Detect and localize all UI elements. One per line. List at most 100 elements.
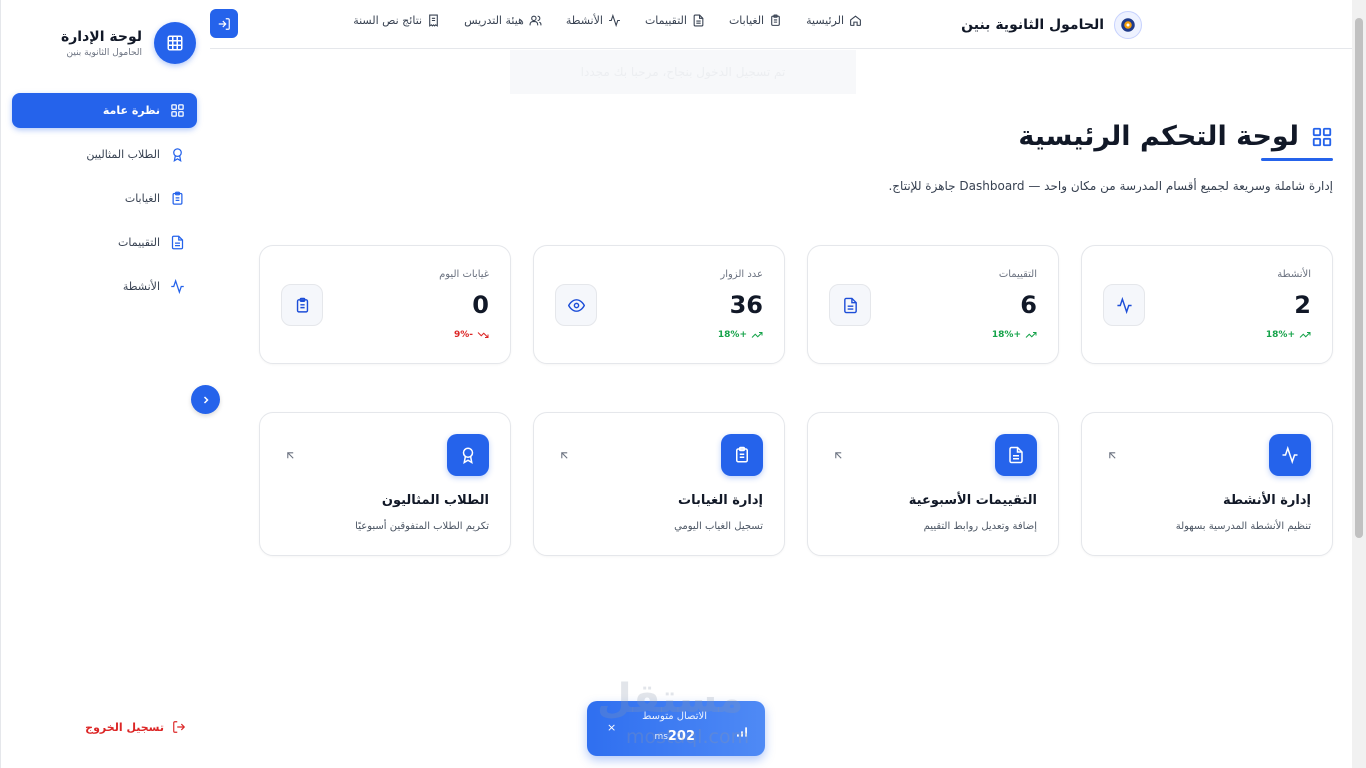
sidebar-menu: نظرة عامة الطلاب المثاليين الغيابات التق… bbox=[12, 93, 197, 313]
clipboard-icon bbox=[281, 284, 323, 326]
nav-activities[interactable]: الأنشطة bbox=[566, 14, 621, 27]
nav-label: الرئيسية bbox=[806, 14, 844, 27]
latency-close-button[interactable]: × bbox=[607, 721, 616, 734]
page-title: لوحة التحكم الرئيسية bbox=[1018, 121, 1333, 152]
stat-trend-value: +18% bbox=[717, 330, 747, 340]
module-title: التقييمات الأسبوعية bbox=[908, 493, 1037, 508]
sidebar-collapse-button[interactable] bbox=[191, 385, 220, 414]
title-underline bbox=[1261, 158, 1333, 161]
nav-staff[interactable]: هيئة التدريس bbox=[464, 14, 542, 27]
sidebar-item-label: التقييمات bbox=[118, 236, 160, 249]
receipt-icon bbox=[429, 14, 438, 27]
module-desc: تسجيل الغياب اليومي bbox=[674, 521, 763, 532]
arrow-up-left-icon bbox=[284, 449, 297, 462]
stat-label: غيابات اليوم bbox=[439, 269, 489, 280]
brand[interactable]: الحامول الثانوية بنين bbox=[961, 10, 1142, 40]
stat-label: الأنشطة bbox=[1277, 269, 1311, 280]
school-logo-icon bbox=[1114, 11, 1142, 39]
module-desc: تنظيم الأنشطة المدرسية بسهولة bbox=[1175, 521, 1311, 532]
clipboard-icon bbox=[721, 434, 763, 476]
sidebar-item-activities[interactable]: الأنشطة bbox=[12, 269, 197, 304]
top-navbar: الحامول الثانوية بنين الرئيسية الغيابات … bbox=[210, 0, 1352, 49]
log-in-icon bbox=[218, 17, 230, 30]
sidebar: لوحة الإدارة الحامول الثانوية بنين نظرة … bbox=[0, 0, 210, 768]
stat-card-activities: الأنشطة 2 +18% bbox=[1081, 245, 1333, 364]
nav-label: نتائج نص السنة bbox=[353, 14, 423, 27]
home-icon bbox=[850, 15, 861, 26]
arrow-up-left-icon bbox=[1106, 449, 1119, 462]
login-button[interactable] bbox=[210, 9, 238, 38]
sidebar-item-evaluations[interactable]: التقييمات bbox=[12, 225, 197, 260]
activity-icon bbox=[1269, 434, 1311, 476]
sidebar-item-absences[interactable]: الغيابات bbox=[12, 181, 197, 216]
trending-up-icon bbox=[751, 332, 763, 338]
stat-value: 36 bbox=[729, 291, 763, 319]
module-card-activities[interactable]: إدارة الأنشطة تنظيم الأنشطة المدرسية بسه… bbox=[1081, 412, 1333, 556]
stat-trend-value: -9% bbox=[453, 330, 473, 340]
nav-evaluations[interactable]: التقييمات bbox=[645, 14, 705, 27]
sidebar-item-label: نظرة عامة bbox=[102, 104, 160, 117]
log-out-icon bbox=[173, 721, 186, 733]
module-card-evaluations[interactable]: التقييمات الأسبوعية إضافة وتعديل روابط ا… bbox=[807, 412, 1059, 556]
sidebar-item-label: الغيابات bbox=[124, 192, 160, 205]
nav-home[interactable]: الرئيسية bbox=[806, 14, 862, 27]
brand-title: الحامول الثانوية بنين bbox=[961, 17, 1104, 33]
layout-grid-icon bbox=[171, 104, 184, 117]
module-card-absences[interactable]: إدارة الغيابات تسجيل الغياب اليومي bbox=[533, 412, 785, 556]
sidebar-subtitle: الحامول الثانوية بنين bbox=[66, 48, 143, 58]
file-text-icon bbox=[829, 284, 871, 326]
stat-card-visitors: عدد الزوار 36 +18% bbox=[533, 245, 785, 364]
nav-label: الغيابات bbox=[728, 14, 765, 27]
stat-card-evaluations: التقييمات 6 +18% bbox=[807, 245, 1059, 364]
activity-icon bbox=[609, 14, 620, 27]
sidebar-header: لوحة الإدارة الحامول الثانوية بنين bbox=[61, 22, 196, 64]
page-title-text: لوحة التحكم الرئيسية bbox=[1018, 121, 1299, 152]
stat-label: عدد الزوار bbox=[720, 269, 763, 280]
stat-trend-value: +18% bbox=[1265, 330, 1295, 340]
module-title: الطلاب المثاليون bbox=[381, 493, 489, 508]
module-desc: إضافة وتعديل روابط التقييم bbox=[923, 521, 1037, 532]
layout-grid-icon bbox=[1312, 127, 1332, 146]
activity-icon bbox=[1103, 284, 1145, 326]
stats-row: الأنشطة 2 +18% التقييمات 6 +18% عدد الزو… bbox=[259, 245, 1333, 364]
module-desc: تكريم الطلاب المتفوقين أسبوعيًا bbox=[355, 521, 489, 532]
sidebar-item-label: الطلاب المثاليين bbox=[86, 148, 160, 161]
sidebar-item-label: الأنشطة bbox=[122, 280, 160, 293]
logout-label: تسجيل الخروج bbox=[85, 720, 164, 734]
file-text-icon bbox=[995, 434, 1037, 476]
eye-icon bbox=[555, 284, 597, 326]
nav-absences[interactable]: الغيابات bbox=[729, 14, 782, 27]
trending-up-icon bbox=[1025, 332, 1037, 338]
scrollbar-thumb[interactable] bbox=[1355, 18, 1363, 538]
stat-value: 2 bbox=[1294, 291, 1311, 319]
module-title: إدارة الغيابات bbox=[678, 493, 763, 508]
watermark-url: mostaql.com bbox=[626, 726, 750, 748]
clipboard-icon bbox=[172, 191, 183, 205]
watermark-logo: مستقل bbox=[597, 676, 744, 722]
clipboard-icon bbox=[771, 14, 780, 26]
sidebar-title: لوحة الإدارة bbox=[60, 29, 142, 45]
stat-trend-value: +18% bbox=[991, 330, 1021, 340]
stat-value: 6 bbox=[1020, 291, 1037, 319]
stat-card-today-absences: غيابات اليوم 0 -9% bbox=[259, 245, 511, 364]
sidebar-item-overview[interactable]: نظرة عامة bbox=[12, 93, 197, 128]
activity-icon bbox=[171, 279, 184, 294]
module-card-top-students[interactable]: الطلاب المثاليون تكريم الطلاب المتفوقين … bbox=[259, 412, 511, 556]
stat-trend: +18% bbox=[992, 329, 1037, 341]
stat-label: التقييمات bbox=[998, 269, 1037, 280]
arrow-up-left-icon bbox=[558, 449, 571, 462]
sidebar-item-top-students[interactable]: الطلاب المثاليين bbox=[12, 137, 197, 172]
nav-midyear-results[interactable]: نتائج نص السنة bbox=[353, 14, 440, 27]
trending-down-icon bbox=[477, 332, 489, 338]
page-description: إدارة شاملة وسريعة لجميع أقسام المدرسة م… bbox=[888, 179, 1333, 193]
stat-trend: +18% bbox=[1266, 329, 1311, 341]
stat-trend: -9% bbox=[454, 329, 489, 341]
nav-label: هيئة التدريس bbox=[464, 14, 524, 27]
file-text-icon bbox=[693, 14, 704, 27]
page-scrollbar[interactable] bbox=[1352, 0, 1366, 768]
main-nav: الرئيسية الغيابات التقييمات الأنشطة هيئة… bbox=[353, 14, 862, 27]
stat-trend: +18% bbox=[718, 329, 763, 341]
logout-button[interactable]: تسجيل الخروج bbox=[85, 720, 186, 734]
users-icon bbox=[529, 15, 542, 26]
award-icon bbox=[447, 434, 489, 476]
